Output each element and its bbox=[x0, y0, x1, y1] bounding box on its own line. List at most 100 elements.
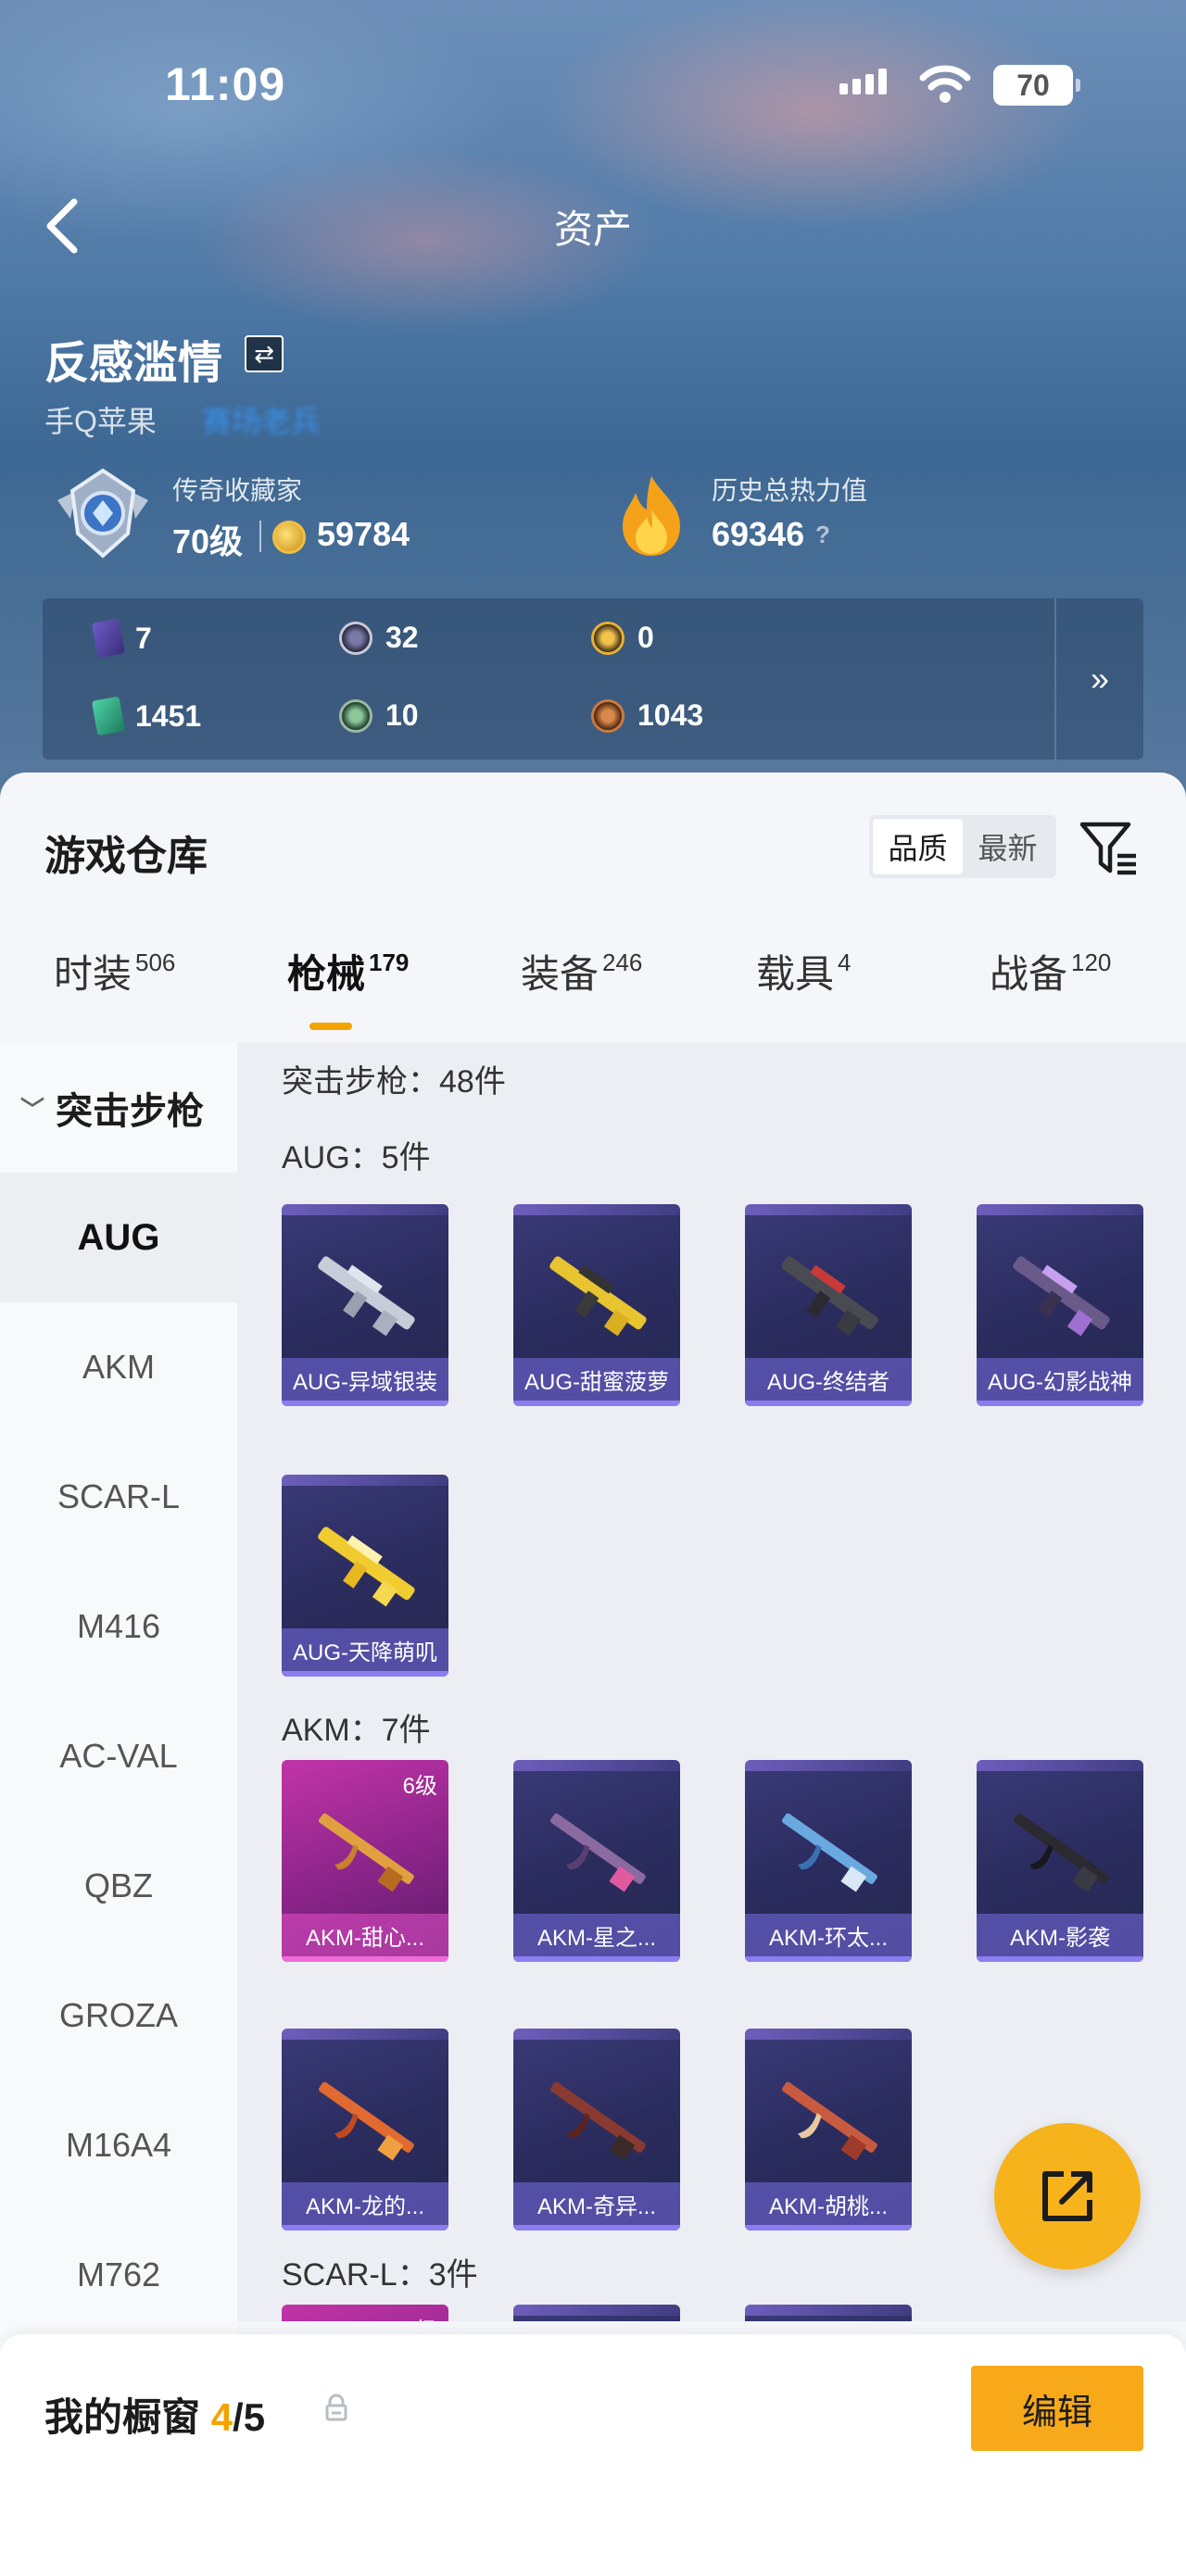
item-card[interactable]: AUG-异域银装 bbox=[282, 1204, 448, 1406]
card-stripe bbox=[513, 2029, 680, 2040]
coin-icon bbox=[272, 521, 306, 554]
token-gold-icon bbox=[591, 621, 625, 655]
tab-supplies[interactable]: 战备 120 bbox=[990, 943, 1111, 999]
item-card[interactable]: AKM-胡桃... bbox=[745, 2029, 912, 2230]
item-card[interactable]: AKM-奇异... bbox=[513, 2029, 680, 2230]
sort-toggle: 品质 最新 bbox=[869, 815, 1056, 878]
item-level: 5级 bbox=[403, 2312, 437, 2321]
item-card[interactable]: AKM-影袭 bbox=[977, 1760, 1143, 1962]
card-purple-icon bbox=[91, 618, 126, 659]
sort-quality-button[interactable]: 品质 bbox=[873, 819, 963, 874]
item-card[interactable]: 6级 AKM-甜心... bbox=[282, 1760, 448, 1962]
sidebar-item-m762[interactable]: M762 bbox=[0, 2210, 237, 2340]
heat-value: 69346 bbox=[712, 515, 805, 553]
filter-icon[interactable] bbox=[1079, 819, 1140, 876]
item-card[interactable]: AKM-环太... bbox=[745, 1760, 912, 1962]
sidebar-item-ac-val[interactable]: AC-VAL bbox=[0, 1691, 237, 1821]
rifle-icon bbox=[318, 1527, 415, 1607]
sidebar-item-m16a4[interactable]: M16A4 bbox=[0, 2080, 237, 2210]
status-bar: 11:09 70 bbox=[0, 0, 1186, 167]
rifle-icon bbox=[782, 1813, 877, 1892]
sidebar-item-m416[interactable]: M416 bbox=[0, 1562, 237, 1691]
card-stripe bbox=[745, 1204, 912, 1215]
card-stripe bbox=[513, 1204, 680, 1215]
card-stripe bbox=[745, 2305, 912, 2316]
item-card[interactable]: AKM-龙的... bbox=[282, 2029, 448, 2230]
item-card[interactable]: AUG-天降萌叽 bbox=[282, 1475, 448, 1677]
rank-title: 传奇收藏家 bbox=[172, 476, 303, 505]
item-name: AKM-龙的... bbox=[282, 2182, 448, 2230]
sidebar-item-akm[interactable]: AKM bbox=[0, 1302, 237, 1432]
coin-value: 59784 bbox=[317, 515, 410, 553]
rifle-icon bbox=[318, 1256, 415, 1337]
tab-vehicles[interactable]: 载具 4 bbox=[756, 943, 851, 999]
item-level: 6级 bbox=[402, 1774, 437, 1799]
card-stripe bbox=[282, 1475, 448, 1486]
item-name: AKM-环太... bbox=[745, 1914, 912, 1962]
server-label: 赛场老兵 bbox=[202, 405, 322, 438]
sort-latest-button[interactable]: 最新 bbox=[963, 819, 1053, 874]
showcase-bar: 我的橱窗 4/5 编辑 bbox=[0, 2334, 1186, 2576]
user-name: 反感滥情 bbox=[44, 339, 223, 388]
tab-outfits[interactable]: 时装 506 bbox=[54, 943, 175, 999]
help-icon[interactable]: ? bbox=[815, 521, 830, 549]
item-name: AUG-异域银装 bbox=[282, 1358, 448, 1406]
token-bronze-icon bbox=[591, 698, 625, 733]
resource-panel: 7 32 0 1451 10 1043 » bbox=[43, 598, 1143, 760]
section-label-aug: AUG：5件 bbox=[282, 1140, 431, 1175]
category-dropdown[interactable]: ﹀ 突击步枪 bbox=[0, 1043, 237, 1173]
item-name: AKM-影袭 bbox=[977, 1914, 1143, 1962]
resource-item: 32 bbox=[339, 621, 419, 655]
switch-account-icon[interactable]: ⇄ bbox=[245, 335, 284, 372]
item-card[interactable]: AUG-终结者 bbox=[745, 1204, 912, 1406]
share-button[interactable] bbox=[994, 2123, 1141, 2269]
item-name: AKM-奇异... bbox=[513, 2182, 680, 2230]
resource-item: 1451 bbox=[91, 696, 201, 736]
page-title: 资产 bbox=[553, 207, 632, 251]
item-name: AKM-胡桃... bbox=[745, 2182, 912, 2230]
resource-item: 7 bbox=[91, 618, 152, 659]
platform-label: 手Q苹果 bbox=[44, 405, 157, 438]
sidebar-item-groza[interactable]: GROZA bbox=[0, 1951, 237, 2080]
item-name: AUG-幻影战神 bbox=[977, 1358, 1143, 1406]
expand-resources-button[interactable]: » bbox=[1054, 598, 1143, 760]
status-time: 11:09 bbox=[165, 58, 286, 110]
sidebar-item-qbz[interactable]: QBZ bbox=[0, 1821, 237, 1951]
showcase-total: /5 bbox=[233, 2395, 266, 2439]
item-card[interactable]: AUG-甜蜜菠萝 bbox=[513, 1204, 680, 1406]
rifle-icon bbox=[781, 1256, 878, 1337]
item-name: AKM-甜心... bbox=[282, 1914, 448, 1962]
rifle-icon bbox=[550, 1813, 646, 1892]
card-green-icon bbox=[91, 696, 126, 736]
card-stripe bbox=[977, 1760, 1143, 1771]
card-stripe bbox=[745, 2029, 912, 2040]
sidebar-item-aug[interactable]: AUG bbox=[0, 1173, 237, 1302]
showcase-count: 4 bbox=[210, 2395, 233, 2439]
item-card[interactable]: AUG-幻影战神 bbox=[977, 1204, 1143, 1406]
tab-firearms[interactable]: 枪械 179 bbox=[287, 943, 409, 999]
card-stripe bbox=[977, 1204, 1143, 1215]
battery-indicator: 70 bbox=[993, 65, 1080, 106]
edit-button[interactable]: 编辑 bbox=[971, 2366, 1143, 2451]
lock-icon bbox=[325, 2394, 347, 2421]
item-card[interactable] bbox=[745, 2305, 912, 2321]
divider bbox=[259, 521, 261, 552]
item-card[interactable]: AKM-星之... bbox=[513, 1760, 680, 1962]
card-stripe bbox=[282, 2029, 448, 2040]
chevron-down-icon: ﹀ bbox=[20, 1095, 45, 1124]
rank-badge-icon bbox=[57, 468, 148, 559]
token-green-icon bbox=[339, 698, 372, 733]
card-stripe bbox=[282, 1204, 448, 1215]
token-silver-icon bbox=[339, 621, 372, 655]
rifle-icon bbox=[319, 2081, 414, 2161]
tab-equipment[interactable]: 装备 246 bbox=[521, 943, 642, 999]
active-tab-indicator bbox=[309, 1023, 352, 1030]
heat-title: 历史总热力值 bbox=[712, 476, 868, 505]
item-name: AUG-天降萌叽 bbox=[282, 1628, 448, 1677]
item-name: AUG-甜蜜菠萝 bbox=[513, 1358, 680, 1406]
item-card[interactable]: 5级 bbox=[282, 2305, 448, 2321]
card-stripe bbox=[513, 1760, 680, 1771]
sidebar-item-scar-l[interactable]: SCAR-L bbox=[0, 1432, 237, 1562]
rifle-icon bbox=[782, 2081, 877, 2161]
item-card[interactable] bbox=[513, 2305, 680, 2321]
